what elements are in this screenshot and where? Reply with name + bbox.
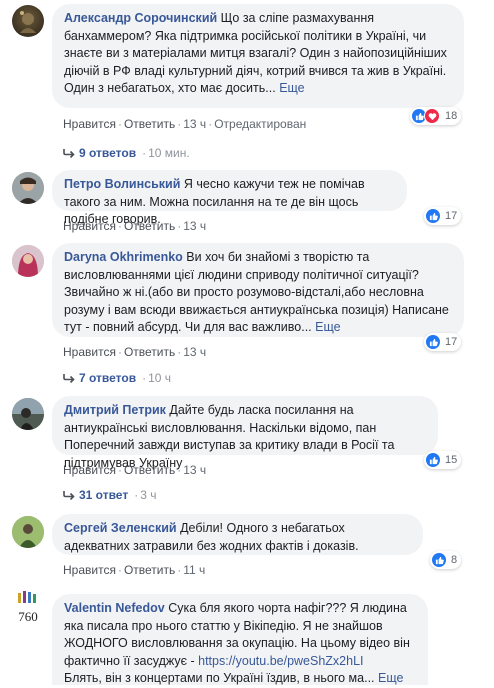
like-reaction-icon bbox=[426, 335, 440, 349]
avatar[interactable]: 760 bbox=[10, 590, 46, 626]
like-reaction-icon bbox=[426, 209, 440, 223]
reactions-count[interactable]: 17 bbox=[424, 207, 462, 225]
replies-count: 31 ответ bbox=[79, 488, 129, 502]
replies-count: 9 ответов bbox=[79, 146, 137, 160]
reply-button[interactable]: Ответить bbox=[124, 219, 175, 233]
reactions-number: 17 bbox=[445, 210, 458, 222]
comment-author[interactable]: Valentin Nefedov bbox=[64, 601, 165, 615]
replies-count: 7 ответов bbox=[79, 371, 137, 385]
avatar-image-icon bbox=[12, 516, 44, 548]
reactions-count[interactable]: 18 bbox=[410, 107, 462, 125]
view-replies-link[interactable]: 31 ответ · 3 ч bbox=[63, 488, 156, 502]
comment-actions: Нравится · Ответить · 13 ч · Отредактирован bbox=[63, 117, 307, 131]
comment-actions: Нравится · Ответить · 13 ч bbox=[63, 463, 207, 477]
like-reaction-icon bbox=[426, 453, 440, 467]
like-button[interactable]: Нравится bbox=[63, 563, 116, 577]
view-replies-link[interactable]: 9 ответов · 10 мин. bbox=[63, 146, 190, 160]
reactions-count[interactable]: 15 bbox=[424, 451, 462, 469]
reactions-number: 15 bbox=[445, 454, 458, 466]
reactions-number: 17 bbox=[445, 336, 458, 348]
comment-author[interactable]: Дмитрий Петрик bbox=[64, 403, 166, 417]
avatar-image-icon bbox=[12, 172, 44, 204]
avatar-logo-icon: 760 bbox=[18, 591, 38, 624]
like-button[interactable]: Нравится bbox=[63, 117, 116, 131]
reply-button[interactable]: Ответить bbox=[124, 563, 175, 577]
comment-author[interactable]: Александр Сорочинский bbox=[64, 11, 217, 25]
comment-time[interactable]: 13 ч bbox=[183, 463, 206, 477]
comment-bubble: Daryna Okhrimenko Ви хоч би знайомі з тв… bbox=[52, 243, 464, 337]
comment-time[interactable]: 13 ч bbox=[183, 345, 206, 359]
comment-time[interactable]: 13 ч bbox=[183, 117, 206, 131]
avatar-image-icon bbox=[12, 245, 44, 277]
comment-time[interactable]: 13 ч bbox=[183, 219, 206, 233]
comment-bubble: Дмитрий Петрик Дайте будь ласка посиланн… bbox=[52, 396, 438, 470]
comment-time[interactable]: 11 ч bbox=[183, 563, 205, 577]
like-button[interactable]: Нравится bbox=[63, 345, 116, 359]
reply-button[interactable]: Ответить bbox=[124, 117, 175, 131]
avatar[interactable] bbox=[12, 172, 44, 204]
reactions-count[interactable]: 17 bbox=[424, 333, 462, 351]
like-reaction-icon bbox=[432, 553, 446, 567]
reactions-number: 8 bbox=[451, 554, 458, 566]
comment-text-continued: Блять, він з концертами по Україні їздив… bbox=[64, 671, 375, 685]
replies-time: 3 ч bbox=[140, 488, 157, 502]
avatar[interactable] bbox=[12, 5, 44, 37]
comment-bubble: Valentin Nefedov Сука бля якого чорта на… bbox=[52, 594, 428, 685]
reply-arrow-icon bbox=[63, 149, 75, 158]
like-button[interactable]: Нравится bbox=[63, 463, 116, 477]
love-reaction-icon bbox=[424, 108, 440, 124]
see-more-link[interactable]: Еще bbox=[315, 320, 340, 334]
see-more-link[interactable]: Еще bbox=[279, 81, 304, 95]
replies-time: 10 ч bbox=[148, 371, 172, 385]
reply-arrow-icon bbox=[63, 491, 75, 500]
like-button[interactable]: Нравится bbox=[63, 219, 116, 233]
reply-button[interactable]: Ответить bbox=[124, 345, 175, 359]
reply-button[interactable]: Ответить bbox=[124, 463, 175, 477]
avatar[interactable] bbox=[12, 398, 44, 430]
reply-arrow-icon bbox=[63, 374, 75, 383]
see-more-link[interactable]: Еще bbox=[378, 671, 403, 685]
comment-bubble: Петро Волинський Я чесно кажучи теж не п… bbox=[52, 170, 407, 226]
comment-author[interactable]: Daryna Okhrimenko bbox=[64, 250, 183, 264]
avatar-image-icon bbox=[20, 11, 36, 33]
edited-label[interactable]: Отредактирован bbox=[214, 117, 306, 131]
avatar-image-icon bbox=[12, 398, 44, 430]
comment-bubble: Александр Сорочинский Що за сліпе размах… bbox=[52, 4, 464, 108]
comment-author[interactable]: Сергей Зеленский bbox=[64, 521, 177, 535]
comment-author[interactable]: Петро Волинський bbox=[64, 177, 180, 191]
comment-bubble: Сергей Зеленский Дебіли! Одного з небага… bbox=[52, 514, 423, 555]
avatar-logo-text: 760 bbox=[18, 609, 38, 624]
external-link[interactable]: https://youtu.be/pweShZx2hLI bbox=[198, 654, 363, 668]
comment-actions: Нравится · Ответить · 11 ч bbox=[63, 563, 206, 577]
comment-actions: Нравится · Ответить · 13 ч bbox=[63, 219, 207, 233]
reactions-number: 18 bbox=[445, 110, 458, 122]
avatar[interactable] bbox=[12, 245, 44, 277]
replies-time: 10 мин. bbox=[148, 146, 190, 160]
view-replies-link[interactable]: 7 ответов · 10 ч bbox=[63, 371, 171, 385]
avatar[interactable] bbox=[12, 516, 44, 548]
reactions-count[interactable]: 8 bbox=[430, 551, 462, 569]
comment-actions: Нравится · Ответить · 13 ч bbox=[63, 345, 207, 359]
